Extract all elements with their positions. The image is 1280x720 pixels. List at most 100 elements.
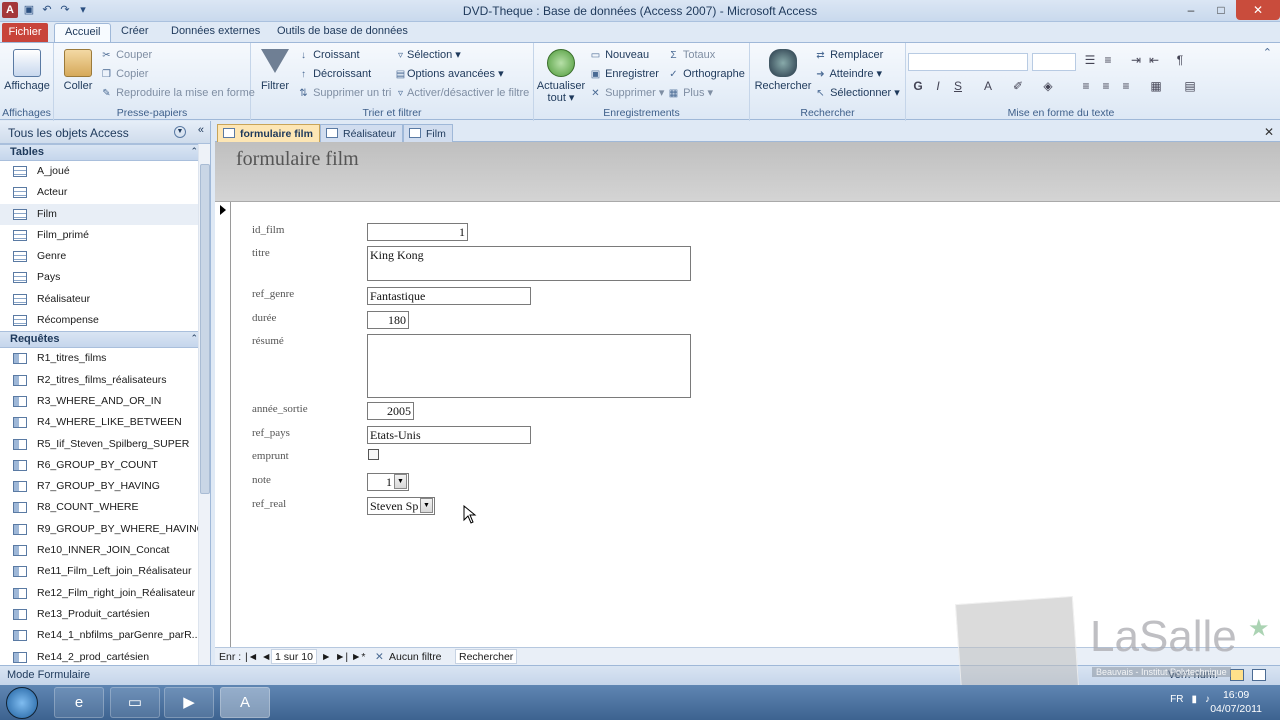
- record-selector[interactable]: [215, 202, 231, 647]
- tab-home[interactable]: Accueil: [54, 23, 112, 43]
- indent-icon[interactable]: ⇥: [1128, 53, 1144, 67]
- nav-query-item[interactable]: R6_GROUP_BY_COUNT: [0, 455, 210, 476]
- nav-query-item[interactable]: Re14_1_nbfilms_parGenre_parR...: [0, 625, 210, 646]
- nav-table-item[interactable]: Récompense: [0, 310, 210, 331]
- sort-descending-button[interactable]: ↑ Décroissant: [297, 67, 371, 82]
- language-indicator[interactable]: FR: [1170, 694, 1183, 705]
- nav-query-item[interactable]: R3_WHERE_AND_OR_IN: [0, 391, 210, 412]
- nav-table-item[interactable]: Réalisateur: [0, 289, 210, 310]
- nav-query-item[interactable]: R4_WHERE_LIKE_BETWEEN: [0, 412, 210, 433]
- first-record-button[interactable]: |◄: [245, 651, 258, 663]
- highlight-icon[interactable]: ✐: [1010, 79, 1026, 93]
- goto-button[interactable]: ➜ Atteindre ▾: [814, 67, 882, 82]
- ref-genre-field[interactable]: Fantastique: [367, 287, 531, 305]
- tab-file[interactable]: Fichier: [2, 23, 48, 42]
- nav-query-item[interactable]: Re14_2_prod_cartésien: [0, 647, 210, 665]
- internet-explorer-icon[interactable]: e: [54, 687, 104, 718]
- start-button[interactable]: [6, 687, 38, 719]
- access-taskbar-icon[interactable]: A: [220, 687, 270, 718]
- nav-table-item[interactable]: Genre: [0, 246, 210, 267]
- nav-query-item[interactable]: R1_titres_films: [0, 348, 210, 369]
- maximize-button[interactable]: □: [1206, 0, 1236, 20]
- spelling-button[interactable]: ✓ Orthographe: [667, 67, 745, 82]
- doc-tab-realisateur[interactable]: Réalisateur: [320, 124, 404, 142]
- tab-create[interactable]: Créer: [121, 25, 149, 37]
- numbering-icon[interactable]: ≡: [1100, 53, 1116, 67]
- minimize-ribbon-icon[interactable]: ⌃: [1263, 46, 1272, 60]
- nav-table-item[interactable]: Film: [0, 203, 210, 225]
- nav-query-item[interactable]: R9_GROUP_BY_WHERE_HAVING: [0, 519, 210, 540]
- toggle-filter-button[interactable]: ▿ Activer/désactiver le filtre: [394, 86, 529, 101]
- ref-real-dropdown-icon[interactable]: ▼: [420, 498, 433, 513]
- last-record-button[interactable]: ►|: [335, 651, 348, 663]
- file-explorer-icon[interactable]: ▭: [110, 687, 160, 718]
- selection-button[interactable]: ▿ Sélection ▾: [394, 48, 461, 63]
- font-size-box[interactable]: [1032, 53, 1076, 71]
- scrollbar-thumb[interactable]: [200, 164, 210, 494]
- nav-query-item[interactable]: Re11_Film_Left_join_Réalisateur: [0, 561, 210, 582]
- annee-sortie-field[interactable]: 2005: [367, 402, 414, 420]
- tab-database-tools[interactable]: Outils de base de données: [277, 25, 408, 37]
- emprunt-checkbox[interactable]: [368, 449, 379, 460]
- bullets-icon[interactable]: ☰: [1082, 53, 1098, 67]
- remove-sort-button[interactable]: ⇅ Supprimer un tri: [297, 86, 391, 101]
- gridlines-icon[interactable]: ▦: [1148, 79, 1164, 93]
- duree-field[interactable]: 180: [367, 311, 409, 329]
- nav-table-item[interactable]: Acteur: [0, 182, 210, 203]
- font-name-box[interactable]: [908, 53, 1028, 71]
- delete-record-button[interactable]: ✕ Supprimer ▾: [589, 86, 664, 101]
- next-record-button[interactable]: ►: [321, 651, 331, 663]
- tables-section-header[interactable]: Tables ⌃: [0, 144, 210, 161]
- underline-button[interactable]: S: [950, 79, 966, 93]
- ref-pays-field[interactable]: Etats-Unis: [367, 426, 531, 444]
- totals-button[interactable]: Σ Totaux: [667, 48, 715, 63]
- id-film-field[interactable]: 1: [367, 223, 468, 241]
- system-clock[interactable]: 16:09 04/07/2011: [1210, 688, 1262, 716]
- align-center-icon[interactable]: ≡: [1098, 79, 1114, 93]
- close-document-icon[interactable]: ✕: [1264, 125, 1274, 139]
- replace-button[interactable]: ⇄ Remplacer: [814, 48, 883, 63]
- search-input[interactable]: Rechercher: [455, 649, 518, 664]
- nav-table-item[interactable]: Film_primé: [0, 225, 210, 246]
- nav-query-item[interactable]: R8_COUNT_WHERE: [0, 497, 210, 518]
- doc-tab-film[interactable]: Film: [403, 124, 453, 142]
- resume-field[interactable]: [367, 334, 691, 398]
- align-left-icon[interactable]: ≡: [1078, 79, 1094, 93]
- sort-ascending-button[interactable]: ↓ Croissant: [297, 48, 360, 63]
- find-button[interactable]: Rechercher: [754, 49, 812, 92]
- nav-query-item[interactable]: R5_Iif_Steven_Spilberg_SUPER: [0, 434, 210, 455]
- new-record-nav-button[interactable]: ►*: [351, 651, 365, 663]
- layout-view-mode-icon[interactable]: [1252, 669, 1266, 681]
- filter-button[interactable]: Filtrer: [257, 49, 293, 92]
- collapse-section-icon[interactable]: ⌃: [190, 146, 198, 157]
- new-record-button[interactable]: ▭ Nouveau: [589, 48, 649, 63]
- nav-table-item[interactable]: A_joué: [0, 161, 210, 182]
- nav-pane-header[interactable]: Tous les objets Access ▼ «: [0, 121, 210, 144]
- nav-query-item[interactable]: Re10_INNER_JOIN_Concat: [0, 540, 210, 561]
- format-painter-button[interactable]: ✎ Reproduire la mise en forme: [100, 86, 255, 101]
- record-position-input[interactable]: 1 sur 10: [271, 649, 317, 664]
- nav-query-item[interactable]: R7_GROUP_BY_HAVING: [0, 476, 210, 497]
- outdent-icon[interactable]: ⇤: [1146, 53, 1162, 67]
- chevron-down-icon[interactable]: ▼: [174, 126, 186, 138]
- form-view-mode-icon[interactable]: [1230, 669, 1244, 681]
- collapse-section-icon[interactable]: ⌃: [190, 333, 198, 344]
- italic-button[interactable]: I: [930, 79, 946, 93]
- nav-query-item[interactable]: R2_titres_films_réalisateurs: [0, 370, 210, 391]
- paste-button[interactable]: Coller: [60, 49, 96, 92]
- cut-button[interactable]: ✂ Couper: [100, 48, 152, 63]
- titre-field[interactable]: King Kong: [367, 246, 691, 281]
- copy-button[interactable]: ❐ Copier: [100, 67, 148, 82]
- doc-tab-formulaire-film[interactable]: formulaire film: [217, 124, 320, 142]
- filter-status[interactable]: Aucun filtre: [389, 651, 442, 663]
- close-button[interactable]: ✕: [1236, 0, 1280, 20]
- view-button[interactable]: Affichage: [4, 49, 50, 92]
- tab-external-data[interactable]: Données externes: [171, 25, 260, 37]
- more-button[interactable]: ▦ Plus ▾: [667, 86, 713, 101]
- font-color-icon[interactable]: A: [980, 79, 996, 93]
- bold-button[interactable]: G: [910, 79, 926, 93]
- alternate-row-icon[interactable]: ▤: [1182, 79, 1198, 93]
- align-right-icon[interactable]: ≡: [1118, 79, 1134, 93]
- note-dropdown-icon[interactable]: ▼: [394, 474, 407, 489]
- minimize-button[interactable]: –: [1176, 0, 1206, 20]
